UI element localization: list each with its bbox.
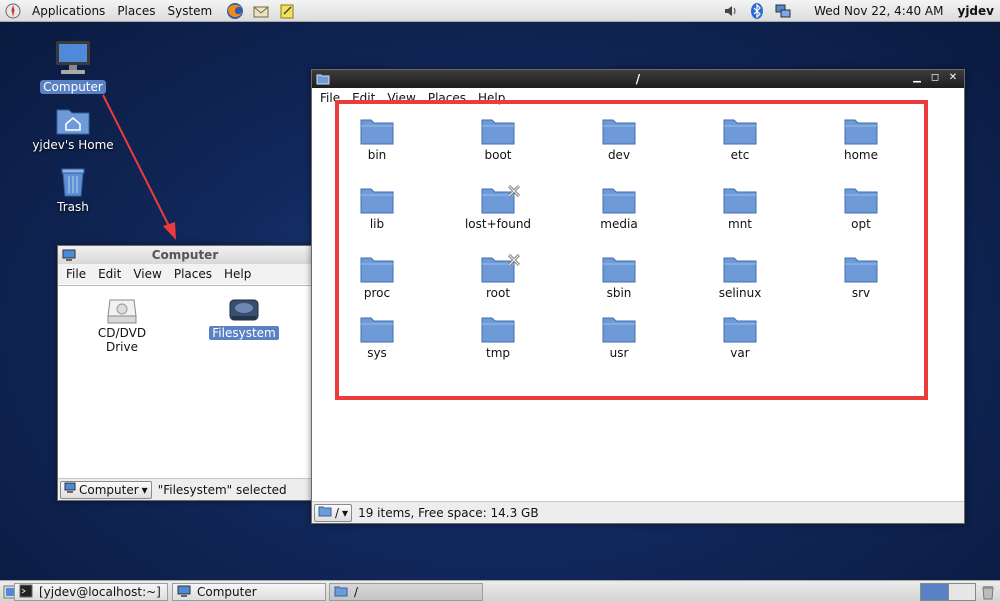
item-label: CD/DVD Drive [97, 326, 147, 354]
status-text: "Filesystem" selected [157, 482, 287, 497]
task-computer[interactable]: Computer [172, 583, 326, 601]
cd-drive-icon [82, 296, 162, 326]
folder-icon [334, 584, 348, 600]
statusbar: Computer ▾ "Filesystem" selected [58, 478, 312, 500]
task-filesystem[interactable]: / [329, 583, 483, 601]
folder-icon [318, 505, 332, 520]
workspace-switcher[interactable] [920, 583, 976, 601]
combo-value: / [335, 505, 340, 520]
maximize-icon[interactable]: ◻ [928, 71, 942, 85]
menu-help[interactable]: Help [218, 267, 257, 281]
workspace-2[interactable] [948, 584, 975, 600]
close-icon[interactable]: ✕ [946, 71, 960, 85]
bottom-panel: [yjdev@localhost:~] Computer / [0, 580, 1000, 602]
task-label: [yjdev@localhost:~] [39, 585, 161, 599]
item-filesystem[interactable]: Filesystem [204, 296, 284, 340]
computer-window: Computer File Edit View Places Help CD/D… [57, 245, 313, 501]
status-text: 19 items, Free space: 14.3 GB [358, 505, 539, 520]
item-label: Filesystem [209, 326, 279, 340]
location-combo[interactable]: / ▾ [314, 503, 353, 522]
workspace-1[interactable] [921, 584, 949, 600]
menu-edit[interactable]: Edit [92, 267, 127, 281]
chevron-down-icon: ▾ [342, 505, 349, 520]
harddisk-icon [204, 296, 284, 326]
item-cd-drive[interactable]: CD/DVD Drive [82, 296, 162, 354]
content-divider [58, 285, 312, 286]
menubar: File Edit View Places Help [58, 264, 312, 284]
window-title: Computer [151, 248, 219, 262]
menu-file[interactable]: File [60, 267, 92, 281]
computer-icon [64, 482, 76, 497]
task-label: Computer [197, 585, 257, 599]
window-title: / [635, 72, 641, 86]
annotation-highlight-box [335, 100, 928, 400]
combo-value: Computer [79, 482, 139, 497]
trash-applet-icon[interactable] [980, 584, 996, 602]
filesystem-window-titlebar[interactable]: / ▁ ◻ ✕ [312, 70, 964, 88]
task-terminal[interactable]: [yjdev@localhost:~] [14, 583, 168, 601]
minimize-icon[interactable]: ▁ [910, 71, 924, 85]
menu-places[interactable]: Places [168, 267, 218, 281]
statusbar: / ▾ 19 items, Free space: 14.3 GB [312, 501, 964, 523]
menu-view[interactable]: View [127, 267, 167, 281]
location-combo[interactable]: Computer ▾ [60, 480, 152, 499]
computer-window-titlebar[interactable]: Computer [58, 246, 312, 264]
computer-icon [177, 584, 191, 600]
terminal-icon [19, 584, 33, 600]
chevron-down-icon: ▾ [141, 482, 148, 497]
task-label: / [354, 585, 359, 599]
